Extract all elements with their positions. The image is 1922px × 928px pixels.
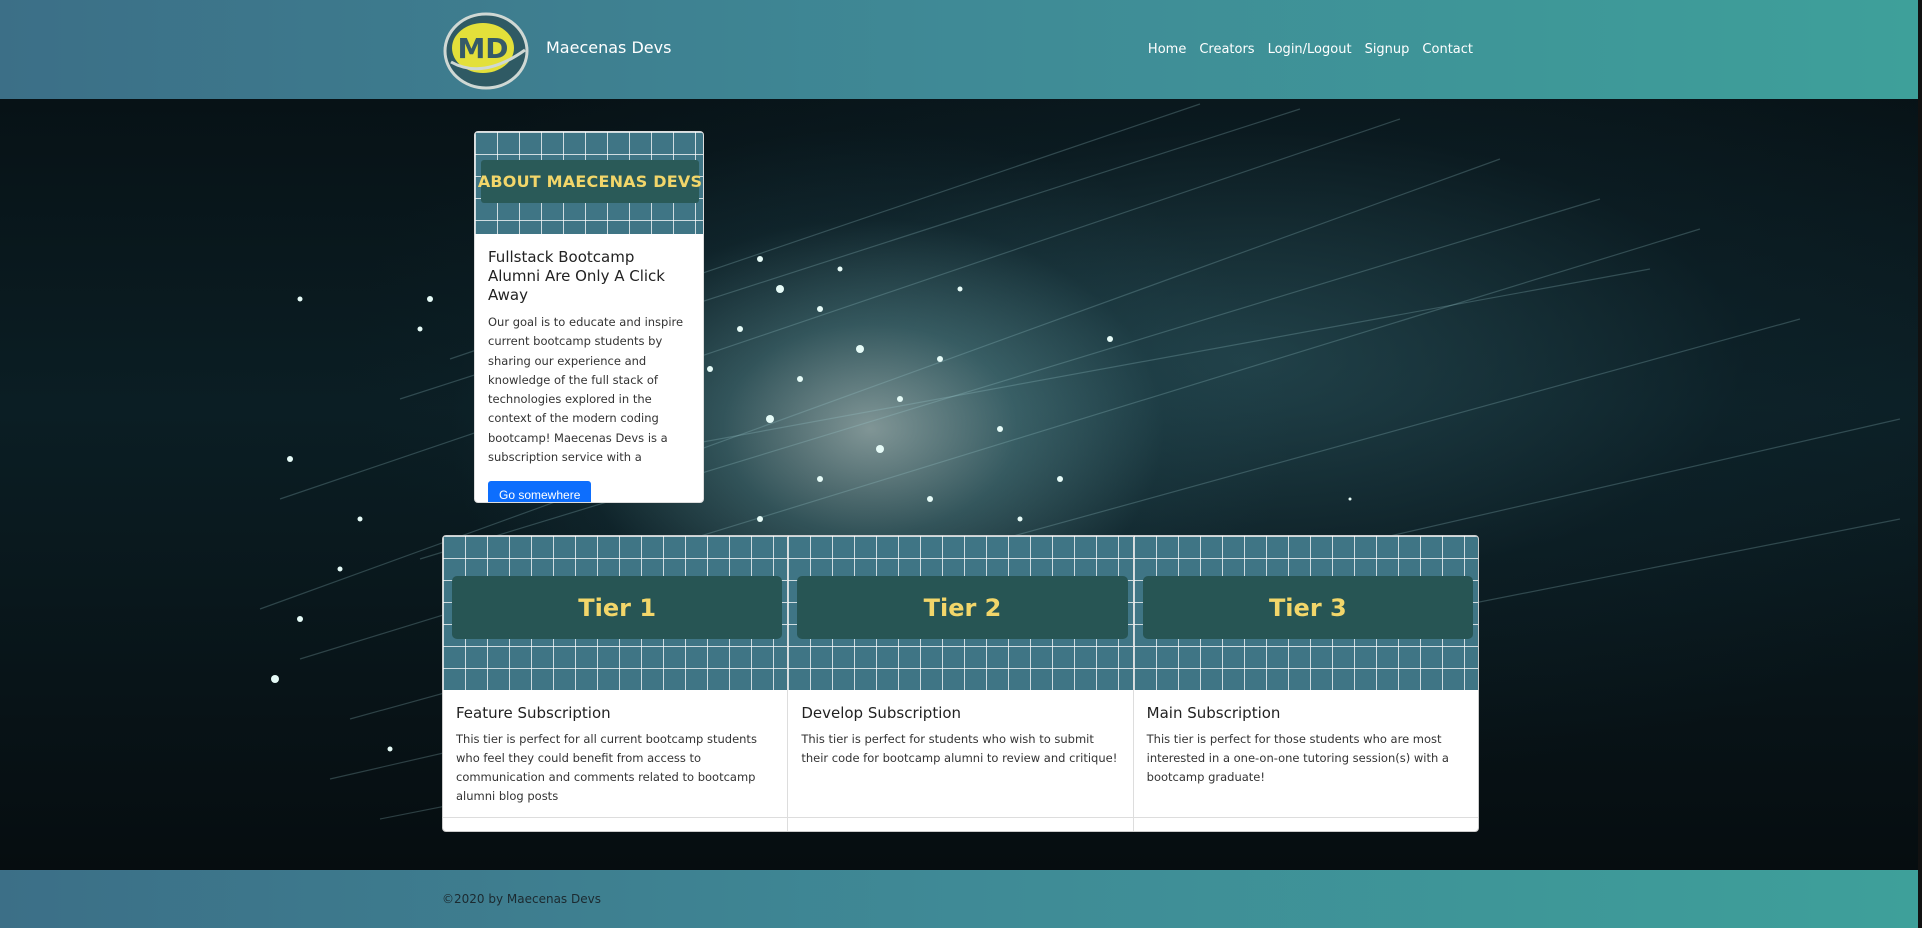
- tier-banner: Tier 2: [788, 536, 1133, 690]
- tier-text: This tier is perfect for all current boo…: [456, 732, 757, 803]
- tier-text: This tier is perfect for those students …: [1146, 732, 1449, 784]
- logo[interactable]: MD: [443, 10, 529, 90]
- nav-contact[interactable]: Contact: [1422, 42, 1473, 57]
- tier-banner: Tier 1: [443, 536, 788, 690]
- tier-banner-label: Tier 3: [1142, 576, 1473, 639]
- brand-name[interactable]: Maecenas Devs: [546, 38, 671, 57]
- page-scrollbar[interactable]: [1918, 0, 1922, 928]
- tier-title: Develop Subscription: [801, 704, 962, 722]
- tier-banner-label: Tier 1: [452, 576, 783, 639]
- tier-card-2: Tier 2 Develop Subscription This tier is…: [788, 536, 1134, 831]
- about-banner-label: ABOUT MAECENAS DEVS: [478, 160, 702, 203]
- nav-login-logout[interactable]: Login/Logout: [1268, 42, 1352, 57]
- nav-home[interactable]: Home: [1148, 42, 1186, 57]
- nav-creators[interactable]: Creators: [1199, 42, 1254, 57]
- go-somewhere-button[interactable]: Go somewhere: [488, 481, 592, 502]
- tier-text: This tier is perfect for students who wi…: [801, 732, 1118, 765]
- nav-signup[interactable]: Signup: [1365, 42, 1410, 57]
- footer: ©2020 by Maecenas Devs: [0, 870, 1922, 928]
- tier-title: Main Subscription: [1146, 704, 1281, 722]
- tier-title: Feature Subscription: [456, 704, 611, 722]
- about-card: ABOUT MAECENAS DEVS Fullstack Bootcamp A…: [474, 131, 704, 503]
- about-banner: ABOUT MAECENAS DEVS: [475, 132, 703, 234]
- svg-text:MD: MD: [457, 32, 508, 65]
- hero-background: ABOUT MAECENAS DEVS Fullstack Bootcamp A…: [0, 99, 1922, 870]
- tier-banner-label: Tier 2: [797, 576, 1128, 639]
- footer-copyright: ©2020 by Maecenas Devs: [442, 892, 601, 906]
- tier-banner: Tier 3: [1133, 536, 1478, 690]
- logo-icon: MD: [443, 12, 529, 90]
- tier-card-3: Tier 3 Main Subscription This tier is pe…: [1133, 536, 1478, 831]
- about-text: Our goal is to educate and inspire curre…: [488, 315, 684, 465]
- about-title: Fullstack Bootcamp Alumni Are Only A Cli…: [488, 248, 665, 304]
- tier-card-1: Tier 1 Feature Subscription This tier is…: [443, 536, 789, 831]
- nav-links: Home Creators Login/Logout Signup Contac…: [1148, 42, 1473, 57]
- tier-card-group: Tier 1 Feature Subscription This tier is…: [442, 535, 1479, 832]
- navbar: MD Maecenas Devs Home Creators Login/Log…: [0, 0, 1922, 99]
